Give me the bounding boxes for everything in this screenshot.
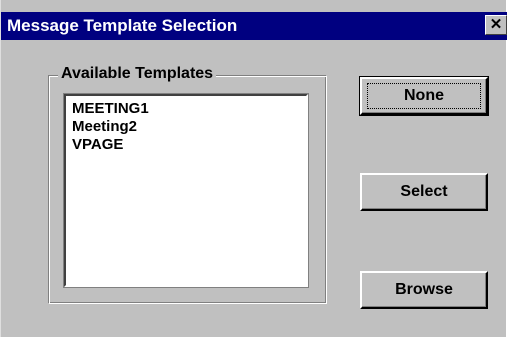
select-button[interactable]: Select xyxy=(360,173,488,211)
none-button-label: None xyxy=(404,87,444,104)
browse-button[interactable]: Browse xyxy=(360,271,488,309)
close-icon: ✕ xyxy=(489,16,503,33)
dialog-title: Message Template Selection xyxy=(7,16,238,35)
close-button[interactable]: ✕ xyxy=(485,15,507,35)
list-item-vpage[interactable]: VPAGE xyxy=(72,136,123,154)
browse-button-label: Browse xyxy=(395,281,453,298)
select-button-label: Select xyxy=(400,183,448,200)
list-item-meeting1[interactable]: MEETING1 xyxy=(72,100,149,118)
available-templates-label: Available Templates xyxy=(58,64,217,84)
templates-listbox[interactable]: MEETING1 Meeting2 VPAGE xyxy=(63,93,309,288)
message-template-dialog: Message Template Selection ✕ Available T… xyxy=(0,0,507,337)
none-button[interactable]: None xyxy=(359,76,489,116)
title-bar[interactable]: Message Template Selection ✕ xyxy=(1,12,507,40)
list-item-meeting2[interactable]: Meeting2 xyxy=(72,118,137,136)
